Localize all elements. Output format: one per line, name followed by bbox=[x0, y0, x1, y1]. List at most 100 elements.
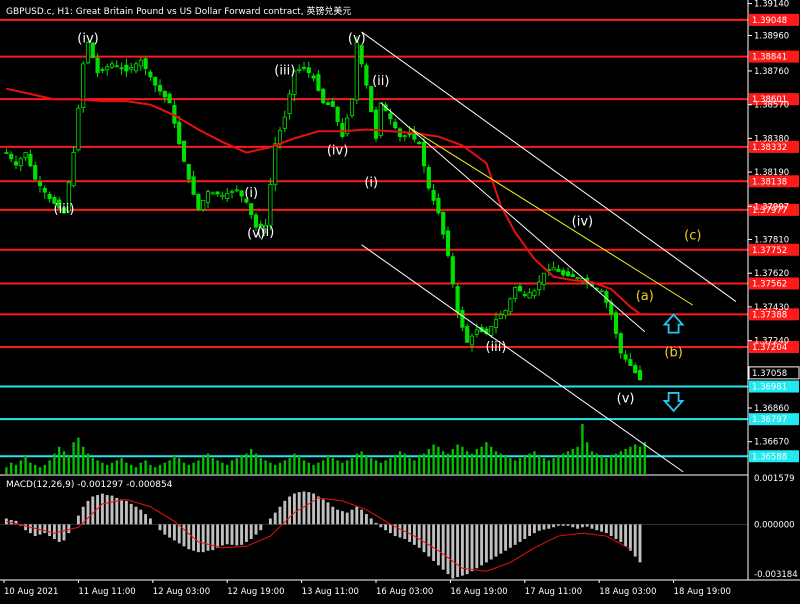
candle-body bbox=[532, 290, 537, 297]
wave-label: (v) bbox=[617, 392, 635, 407]
candle-body bbox=[119, 67, 124, 70]
candle-body bbox=[623, 354, 628, 360]
wave-label: (i) bbox=[244, 186, 258, 201]
wave-label: (b) bbox=[664, 346, 682, 361]
candle-body bbox=[373, 109, 379, 139]
chart-root: (iv) (iii) (iii) (v) (ii) (iv) (i) (i) (ii) (v) (i… bbox=[0, 0, 800, 600]
current-price-label: 1.37058 bbox=[752, 369, 787, 379]
candle-body bbox=[421, 141, 427, 167]
time-label: 11 Aug 11:00 bbox=[78, 587, 135, 597]
macd-tick-label: 0.000000 bbox=[754, 520, 795, 530]
wave-label: (a) bbox=[636, 289, 654, 304]
level-price-label: 1.37562 bbox=[752, 279, 787, 289]
candle-body bbox=[124, 64, 129, 72]
candle-body bbox=[181, 140, 187, 162]
candle-body bbox=[215, 191, 220, 195]
candle-body bbox=[441, 211, 446, 235]
candle-body bbox=[637, 370, 643, 381]
wave-label: (v) bbox=[247, 227, 265, 242]
candle-body bbox=[81, 63, 86, 108]
candle-body bbox=[234, 189, 239, 192]
candle-body bbox=[513, 286, 518, 299]
candle-body bbox=[138, 59, 143, 67]
candle-body bbox=[287, 93, 292, 115]
macd-label: MACD(12,26,9) -0.001297 -0.000854 bbox=[6, 480, 173, 490]
wave-label: (iv) bbox=[77, 32, 98, 47]
level-price-label: 1.38332 bbox=[752, 143, 787, 153]
candle-body bbox=[37, 181, 43, 187]
candle-body bbox=[239, 190, 244, 197]
candle-body bbox=[186, 163, 191, 180]
candle-body bbox=[311, 75, 316, 79]
candle-body bbox=[229, 191, 235, 193]
candle-body bbox=[522, 294, 527, 296]
candle-body bbox=[541, 272, 547, 285]
candle-body bbox=[100, 69, 105, 71]
price-tick-label: 1.37430 bbox=[754, 303, 789, 313]
candle-body bbox=[105, 66, 110, 71]
wave-label: (v) bbox=[348, 32, 366, 47]
level-price-label: 1.36588 bbox=[752, 452, 787, 462]
price-tick-label: 1.36670 bbox=[754, 438, 789, 448]
level-price-label: 1.38138 bbox=[752, 177, 787, 187]
price-tick-label: 1.38380 bbox=[754, 134, 789, 144]
candle-body bbox=[570, 274, 575, 278]
candle-body bbox=[325, 102, 331, 106]
candlestick-chart[interactable]: (iv)(iii)(iii)(v)(ii)(iv)(i)(i)(ii)(v)(i… bbox=[0, 0, 800, 600]
candle-body bbox=[369, 85, 374, 113]
candle-body bbox=[297, 68, 302, 71]
macd-tick-label: -0.003184 bbox=[754, 570, 798, 580]
candle-body bbox=[153, 76, 158, 86]
candle-body bbox=[561, 270, 566, 276]
price-tick-label: 1.37810 bbox=[754, 235, 789, 245]
candle-body bbox=[273, 143, 278, 186]
time-label: 16 Aug 19:00 bbox=[450, 587, 507, 597]
time-label: 18 Aug 19:00 bbox=[674, 587, 731, 597]
price-tick-label: 1.36860 bbox=[754, 404, 789, 414]
time-label: 16 Aug 03:00 bbox=[376, 587, 433, 597]
candle-body bbox=[157, 85, 163, 92]
candle-body bbox=[143, 58, 148, 69]
candle-body bbox=[167, 93, 172, 104]
candle-body bbox=[436, 197, 441, 214]
candle-body bbox=[359, 45, 364, 65]
candle-body bbox=[417, 141, 422, 145]
candle-body bbox=[225, 192, 230, 200]
candle-body bbox=[498, 314, 503, 319]
chart-title: GBPUSD.c, H1: Great Britain Pound vs US … bbox=[6, 5, 351, 17]
time-label: 18 Aug 03:00 bbox=[599, 587, 656, 597]
candle-body bbox=[460, 310, 465, 328]
price-tick-label: 1.38190 bbox=[754, 168, 789, 178]
candle-body bbox=[575, 277, 580, 280]
candle-body bbox=[402, 135, 407, 138]
candle-body bbox=[47, 193, 52, 200]
candle-body bbox=[71, 152, 76, 187]
wave-label: (ii) bbox=[372, 74, 389, 89]
price-tick-label: 1.38960 bbox=[754, 31, 789, 41]
candle-body bbox=[335, 106, 340, 122]
candle-body bbox=[201, 200, 206, 210]
candle-body bbox=[306, 67, 311, 74]
candle-body bbox=[148, 71, 153, 78]
candle-body bbox=[364, 65, 369, 86]
candle-body bbox=[633, 365, 638, 373]
time-label: 17 Aug 11:00 bbox=[525, 587, 582, 597]
candle-body bbox=[28, 154, 33, 167]
candle-body bbox=[565, 271, 571, 277]
candle-body bbox=[508, 298, 513, 313]
candle-body bbox=[556, 268, 561, 272]
candle-body bbox=[445, 230, 451, 256]
candle-body bbox=[42, 187, 47, 193]
candle-body bbox=[177, 121, 182, 145]
candle-body bbox=[618, 333, 623, 354]
candle-body bbox=[210, 192, 215, 195]
time-label: 12 Aug 19:00 bbox=[227, 587, 284, 597]
candle-body bbox=[282, 116, 287, 129]
candle-body bbox=[133, 63, 139, 72]
candle-body bbox=[354, 42, 359, 101]
level-price-label: 1.39048 bbox=[752, 16, 787, 26]
candle-body bbox=[13, 161, 19, 166]
price-tick-label: 1.37240 bbox=[754, 337, 789, 347]
price-tick-label: 1.39140 bbox=[754, 0, 789, 10]
wave-label: (i) bbox=[364, 175, 378, 190]
